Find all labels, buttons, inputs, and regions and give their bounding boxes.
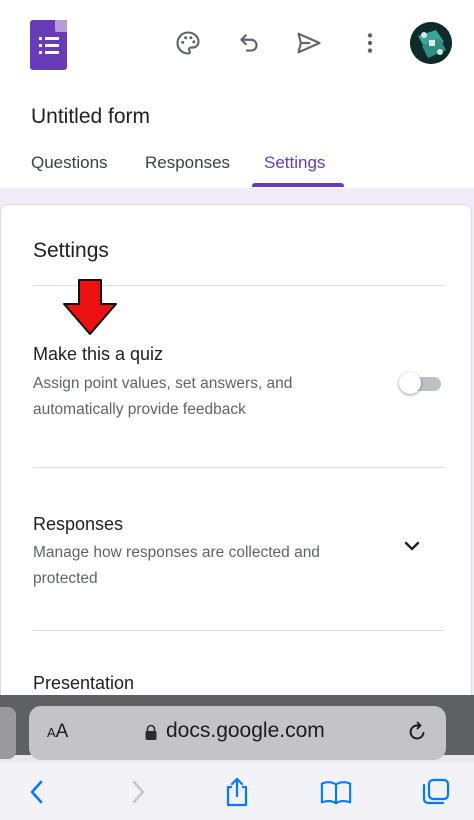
url-text[interactable]: docs.google.com: [166, 719, 325, 743]
presentation-setting-title[interactable]: Presentation: [33, 673, 134, 694]
send-icon[interactable]: [294, 28, 324, 58]
tab-responses[interactable]: Responses: [145, 153, 230, 173]
lock-icon: [144, 724, 158, 741]
quiz-setting-title: Make this a quiz: [33, 344, 164, 364]
app-header: [0, 0, 474, 90]
logo-bullet: [39, 37, 42, 40]
logo-fold: [55, 20, 67, 32]
quiz-setting-description: Assign point values, set answers, and au…: [33, 375, 293, 418]
chevron-down-icon[interactable]: [402, 539, 422, 555]
form-title[interactable]: Untitled form: [31, 105, 150, 129]
divider: [33, 467, 444, 468]
responses-setting-title[interactable]: Responses: [33, 514, 123, 535]
logo-bullet: [39, 51, 42, 54]
tab-settings[interactable]: Settings: [264, 153, 325, 173]
form-title-area: Untitled form Questions Responses Settin…: [0, 90, 474, 188]
tab-questions[interactable]: Questions: [31, 153, 108, 173]
toggle-thumb: [399, 372, 421, 394]
text-size-button[interactable]: AA: [47, 721, 68, 743]
red-arrow-annotation: [60, 278, 120, 338]
settings-heading: Settings: [33, 239, 109, 262]
google-forms-logo[interactable]: [30, 20, 67, 70]
palette-icon[interactable]: [173, 28, 203, 58]
bookmarks-icon[interactable]: [320, 776, 352, 808]
logo-line: [45, 44, 59, 47]
share-icon[interactable]: [221, 776, 253, 808]
logo-line: [45, 51, 59, 54]
tabs-icon[interactable]: [420, 776, 452, 808]
text-size-large-label: A: [55, 721, 69, 742]
account-avatar[interactable]: [410, 22, 452, 64]
back-icon[interactable]: [21, 776, 53, 808]
logo-line: [45, 37, 59, 40]
divider: [33, 630, 444, 631]
previous-tab-preview[interactable]: [0, 707, 16, 759]
responses-setting-description: Manage how responses are collected and p…: [33, 544, 320, 587]
logo-bullet: [39, 44, 42, 47]
text-size-small-label: A: [47, 725, 56, 740]
reload-icon[interactable]: [405, 720, 429, 744]
more-vert-icon[interactable]: [355, 28, 385, 58]
forward-icon[interactable]: [122, 776, 154, 808]
undo-icon[interactable]: [234, 28, 264, 58]
quiz-toggle[interactable]: [399, 371, 443, 395]
active-tab-indicator: [252, 183, 344, 187]
